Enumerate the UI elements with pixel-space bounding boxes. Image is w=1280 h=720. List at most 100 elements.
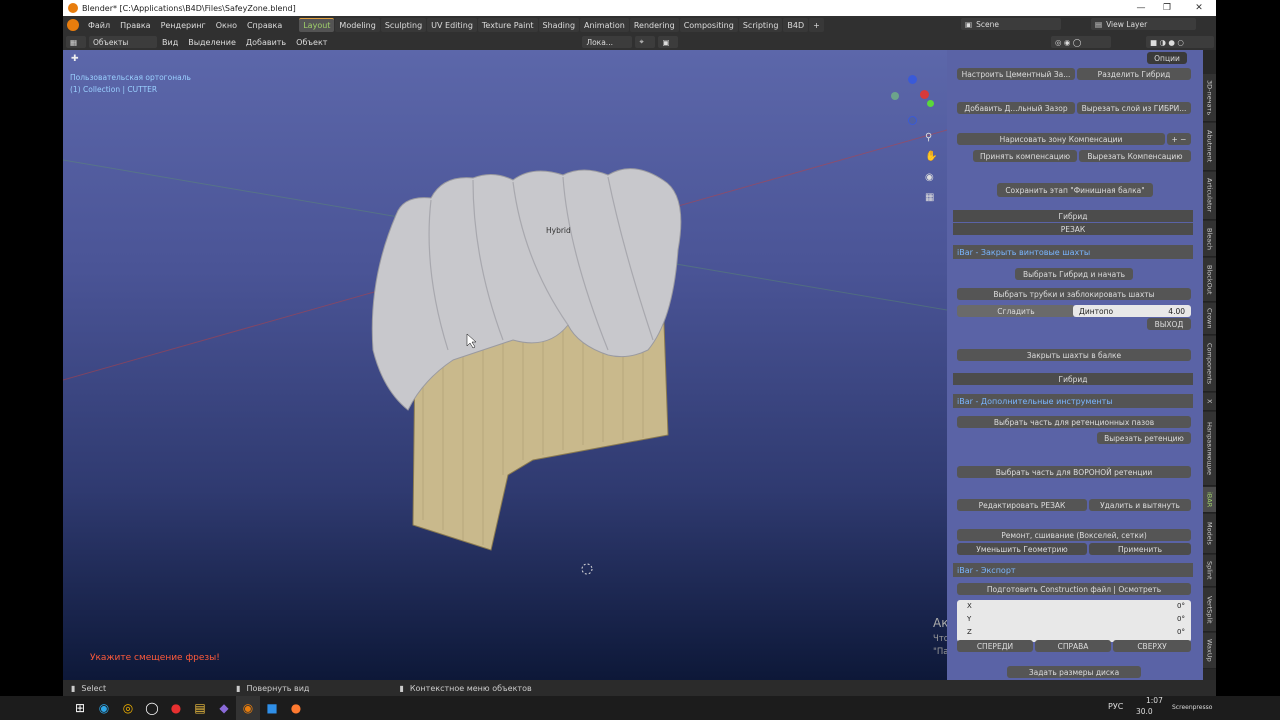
y-value[interactable]: 0°: [1177, 615, 1185, 623]
menu-edit[interactable]: Правка: [115, 21, 155, 30]
section-close-shafts[interactable]: iBar - Закрыть винтовые шахты: [953, 245, 1193, 259]
tab-sculpting[interactable]: Sculpting: [380, 18, 427, 32]
edit-cutter-button[interactable]: Редактировать РЕЗАК: [957, 499, 1087, 511]
split-hybrid-button[interactable]: Разделить Гибрид: [1077, 68, 1191, 80]
pan-hand-icon[interactable]: ✋: [925, 151, 937, 162]
tab-layout[interactable]: Layout: [299, 18, 335, 32]
front-view-button[interactable]: СПЕРЕДИ: [957, 640, 1033, 652]
options-button[interactable]: Опции: [1147, 52, 1187, 64]
smooth-button[interactable]: Сгладить: [957, 305, 1075, 317]
plus-minus-icon[interactable]: + −: [1167, 133, 1191, 145]
tab-shading[interactable]: Shading: [538, 18, 580, 32]
3d-cursor-icon[interactable]: [581, 563, 593, 575]
menu-view[interactable]: Вид: [157, 38, 183, 47]
close-shafts-button[interactable]: Закрыть шахты в балке: [957, 349, 1191, 361]
list-item-cutter[interactable]: РЕЗАК: [953, 223, 1193, 235]
gizmo-neg-z-icon[interactable]: [908, 116, 917, 125]
tab-articulator[interactable]: Articulator: [1203, 172, 1216, 220]
delete-extrude-button[interactable]: Удалить и вытянуть: [1089, 499, 1191, 511]
tab-guides[interactable]: Направляющие: [1203, 412, 1216, 486]
select-funnel-button[interactable]: Выбрать часть для ВОРОНОЙ ретенции: [957, 466, 1191, 478]
add-gap-button[interactable]: Добавить Д...льный Зазор: [957, 102, 1075, 114]
disk-size-button[interactable]: Задать размеры диска: [1007, 666, 1141, 678]
chrome-icon[interactable]: ◎: [116, 696, 140, 720]
tab-x[interactable]: X: [1203, 393, 1216, 411]
app-icon[interactable]: ◆: [212, 696, 236, 720]
section-extra-tools[interactable]: iBar - Дополнительные инструменты: [953, 394, 1193, 408]
scene-selector[interactable]: ▣ Scene: [961, 18, 1061, 30]
list-item-hybrid[interactable]: Гибрид: [953, 210, 1193, 222]
menu-window[interactable]: Окно: [211, 21, 242, 30]
transform-orientation[interactable]: Лока...: [582, 36, 633, 48]
prepare-export-button[interactable]: Подготовить Construction файл | Осмотрет…: [957, 583, 1191, 595]
edge-icon[interactable]: ◉: [92, 696, 116, 720]
gizmo-y-icon[interactable]: [927, 100, 934, 107]
tab-bleach[interactable]: Bleach: [1203, 221, 1216, 257]
tab-models[interactable]: Models: [1203, 514, 1216, 554]
menu-object[interactable]: Объект: [291, 38, 332, 47]
editor-type-icon[interactable]: ▦: [66, 36, 86, 48]
view-layer-selector[interactable]: ▤ View Layer: [1091, 18, 1196, 30]
top-view-button[interactable]: СВЕРХУ: [1113, 640, 1191, 652]
accept-compensation-button[interactable]: Принять компенсацию: [973, 150, 1077, 162]
tab-ibar[interactable]: iBAR: [1203, 487, 1216, 513]
list-item-hybrid-2[interactable]: Гибрид: [953, 373, 1193, 385]
cut-layer-button[interactable]: Вырезать слой из ГИБРИ...: [1077, 102, 1191, 114]
select-hybrid-button[interactable]: Выбрать Гибрид и начать: [1015, 268, 1133, 280]
x-value[interactable]: 0°: [1177, 602, 1185, 610]
overlay-icons[interactable]: ◎ ◉ ◯: [1051, 36, 1111, 48]
exit-button[interactable]: ВЫХОД: [1147, 318, 1191, 330]
tab-splint[interactable]: Splint: [1203, 555, 1216, 587]
clock-date[interactable]: 30.0: [1136, 707, 1153, 716]
tool-icon[interactable]: ✚: [71, 54, 79, 64]
app-icon-3[interactable]: ●: [284, 696, 308, 720]
dintopo-field[interactable]: Динтопо 4.00: [1073, 305, 1191, 317]
language-indicator[interactable]: РУС: [1108, 702, 1123, 711]
save-stage-button[interactable]: Сохранить этап "Финишная балка": [997, 183, 1153, 197]
menu-render[interactable]: Рендеринг: [156, 21, 211, 30]
snap-icon[interactable]: ⌖: [635, 36, 656, 48]
tab-scripting[interactable]: Scripting: [738, 18, 783, 32]
paint-compensation-button[interactable]: Нарисовать зону Компенсации: [957, 133, 1165, 145]
select-retention-button[interactable]: Выбрать часть для ретенционных пазов: [957, 416, 1191, 428]
z-value[interactable]: 0°: [1177, 628, 1185, 636]
proportional-icon[interactable]: ▣: [658, 36, 679, 48]
select-tubes-button[interactable]: Выбрать трубки и заблокировать шахты: [957, 288, 1191, 300]
repair-button[interactable]: Ремонт, сшивание (Вокселей, сетки): [957, 529, 1191, 541]
zoom-icon[interactable]: ⚲: [925, 132, 932, 143]
tab-components[interactable]: Components: [1203, 336, 1216, 392]
mode-selector[interactable]: Объекты: [89, 36, 157, 48]
gizmo-x-icon[interactable]: [920, 90, 929, 99]
add-workspace-button[interactable]: +: [809, 18, 824, 32]
tab-blockout[interactable]: BlockOut: [1203, 258, 1216, 302]
yandex-browser-icon[interactable]: ●: [164, 696, 188, 720]
tab-rendering[interactable]: Rendering: [629, 18, 679, 32]
tab-vertsplit[interactable]: VertSplit: [1203, 588, 1216, 632]
cut-retention-button[interactable]: Вырезать ретенцию: [1097, 432, 1191, 444]
right-view-button[interactable]: СПРАВА: [1035, 640, 1111, 652]
tab-3d-print[interactable]: 3D-печать: [1203, 74, 1216, 122]
tab-b4d[interactable]: B4D: [783, 18, 809, 32]
menu-select[interactable]: Выделение: [183, 38, 241, 47]
tab-animation[interactable]: Animation: [580, 18, 629, 32]
blender-taskbar-icon[interactable]: ◉: [236, 696, 260, 720]
tab-abutment[interactable]: Abutment: [1203, 123, 1216, 171]
tab-compositing[interactable]: Compositing: [679, 18, 738, 32]
tab-waxup[interactable]: WaxUp: [1203, 633, 1216, 669]
camera-icon[interactable]: ◉: [925, 172, 934, 183]
tab-uv-editing[interactable]: UV Editing: [427, 18, 477, 32]
close-icon[interactable]: ✕: [1188, 0, 1210, 16]
tab-modeling[interactable]: Modeling: [335, 18, 380, 32]
app-icon-2[interactable]: ■: [260, 696, 284, 720]
gizmo-z-icon[interactable]: [908, 75, 917, 84]
yandex-icon[interactable]: ◯: [140, 696, 164, 720]
menu-help[interactable]: Справка: [242, 21, 287, 30]
3d-viewport[interactable]: ✚ Пользовательская ортогональ (1) Collec…: [63, 50, 947, 680]
menu-add[interactable]: Добавить: [241, 38, 291, 47]
menu-file[interactable]: Файл: [83, 21, 115, 30]
restore-icon[interactable]: ❐: [1156, 0, 1178, 16]
tab-crown[interactable]: Crown: [1203, 303, 1216, 335]
section-export[interactable]: iBar - Экспорт: [953, 563, 1193, 577]
gizmo-neg-y-icon[interactable]: [891, 92, 899, 100]
tab-texture-paint[interactable]: Texture Paint: [477, 18, 538, 32]
